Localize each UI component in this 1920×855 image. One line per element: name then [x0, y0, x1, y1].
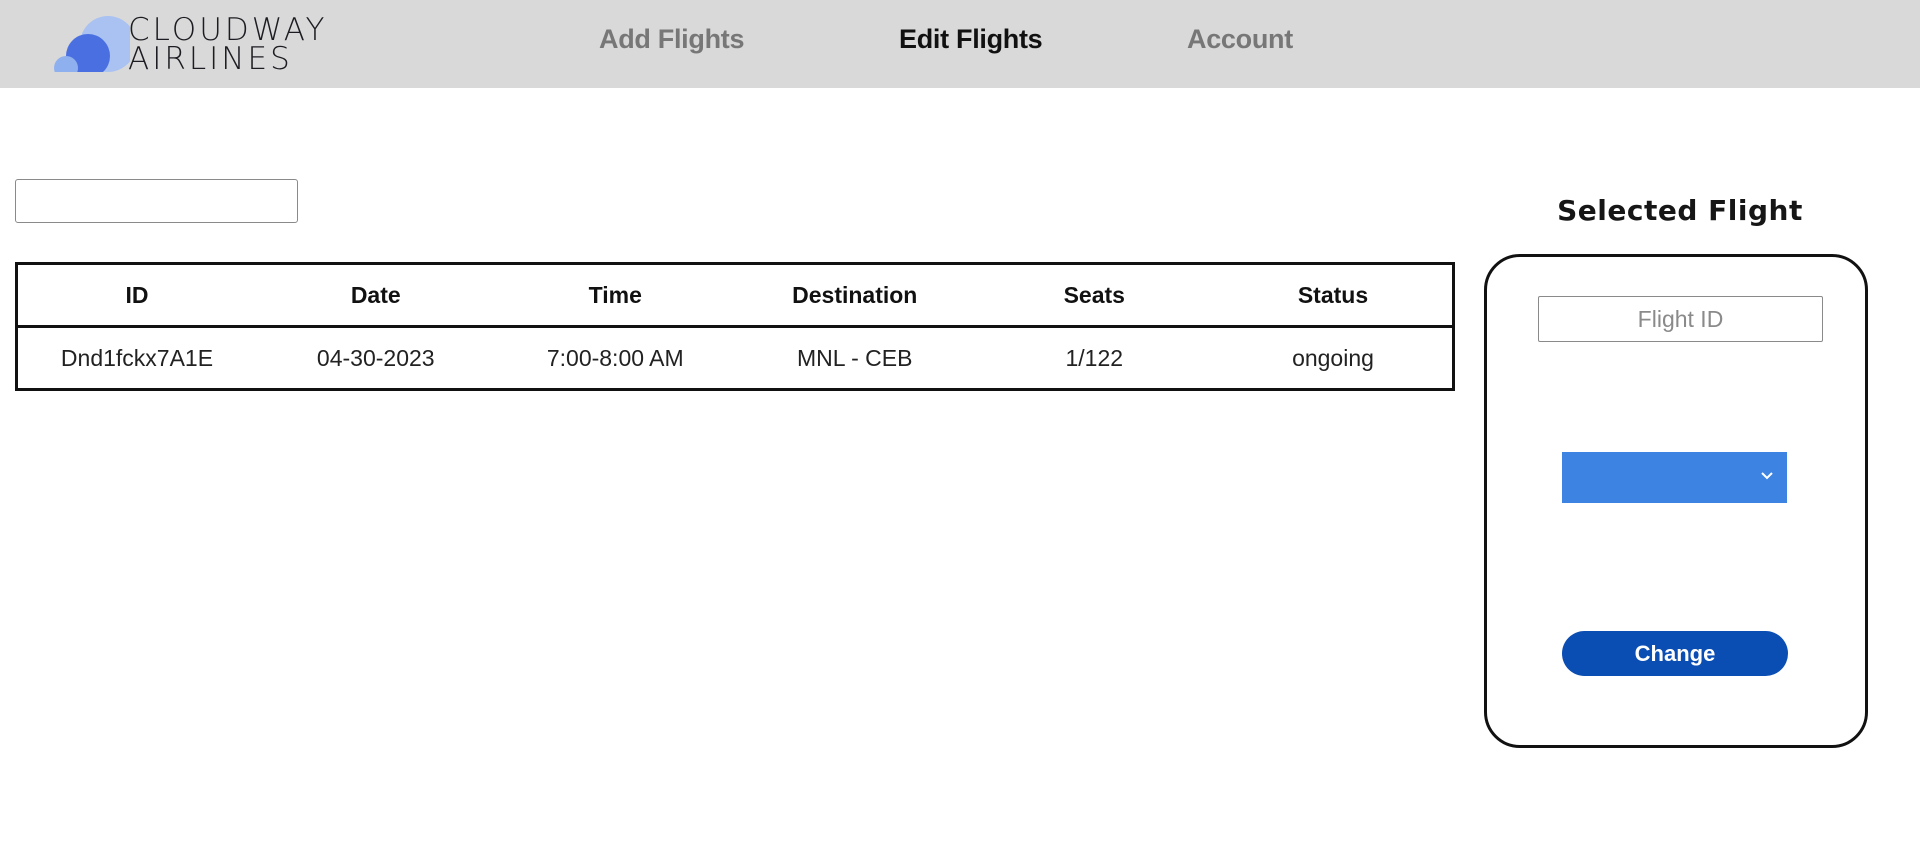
search-input[interactable] [15, 179, 298, 223]
table-body: Dnd1fckx7A1E 04-30-2023 7:00-8:00 AM MNL… [17, 327, 1454, 390]
brand-line-2: AIRLINES [128, 41, 293, 77]
cloud-logo-icon [52, 16, 130, 76]
cell-destination: MNL - CEB [797, 344, 913, 371]
table-header-row: ID Date Time Destination Seats Status [16, 263, 1454, 328]
column-header-time[interactable]: Time [495, 263, 735, 328]
change-button[interactable]: Change [1562, 631, 1788, 676]
cell-time: 7:00-8:00 AM [546, 344, 684, 371]
table-header: ID Date Time Destination Seats Status [16, 263, 1454, 328]
cell-status: ongoing [1292, 344, 1374, 371]
nav-edit-flights[interactable]: Edit Flights [899, 24, 1043, 55]
nav-add-flights[interactable]: Add Flights [599, 24, 744, 55]
column-header-destination[interactable]: Destination [735, 263, 975, 328]
table-row[interactable]: Dnd1fckx7A1E 04-30-2023 7:00-8:00 AM MNL… [17, 327, 1454, 390]
top-nav-bar: CLOUDWAY AIRLINES Add Flights Edit Fligh… [0, 0, 1920, 88]
flights-table: ID Date Time Destination Seats Status Dn… [15, 262, 1455, 391]
selected-flight-panel: Change [1484, 254, 1868, 748]
cell-flight-id: Dnd1fckx7A1E [60, 344, 214, 371]
column-header-date[interactable]: Date [256, 263, 496, 328]
chevron-down-icon [1761, 472, 1773, 480]
cell-date: 04-30-2023 [316, 344, 435, 371]
brand-name: CLOUDWAY AIRLINES [128, 15, 327, 77]
selected-flight-title: Selected Flight [1557, 194, 1803, 227]
brand-logo[interactable]: CLOUDWAY AIRLINES [52, 14, 352, 76]
column-header-status[interactable]: Status [1214, 263, 1454, 328]
column-header-seats[interactable]: Seats [974, 263, 1214, 328]
cell-seats: 1/122 [1065, 344, 1124, 371]
status-select[interactable] [1562, 452, 1787, 503]
nav-account[interactable]: Account [1187, 24, 1293, 55]
column-header-id[interactable]: ID [16, 263, 256, 328]
flight-id-input[interactable] [1538, 296, 1823, 342]
